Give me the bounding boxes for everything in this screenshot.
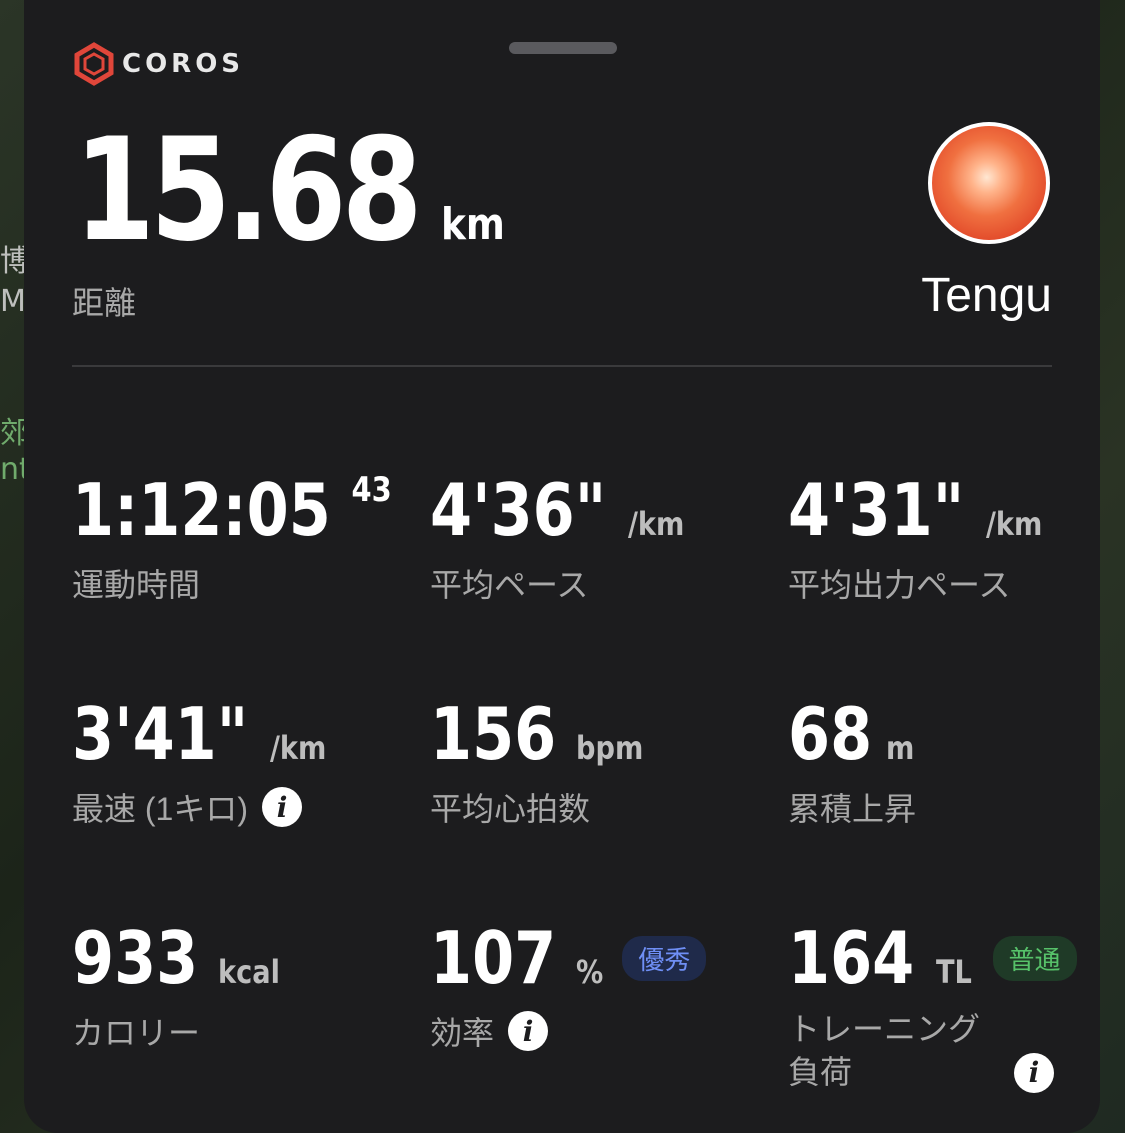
stat-best-km: 3'41" /km 最速 (1キロ) i — [72, 698, 336, 830]
avg-pace-unit: /km — [627, 505, 685, 543]
duration-label: 運動時間 — [72, 567, 201, 603]
elev-gain-unit: m — [886, 729, 915, 767]
avg-power-pace-label: 平均出力ペース — [788, 567, 1011, 603]
stat-training-load: 164 TL 普通 トレーニング 負荷 i — [788, 916, 1077, 1094]
avg-power-pace-unit: /km — [985, 505, 1043, 543]
stat-avg-heart-rate: 156 bpm 平均心拍数 — [430, 698, 655, 830]
training-load-label-line2: 負荷 — [788, 1054, 853, 1091]
best-km-value: 3'41" — [72, 692, 249, 776]
avg-pace-label: 平均ペース — [430, 567, 589, 603]
training-load-unit: TL — [936, 953, 973, 991]
distance-value: 15.68 km — [74, 120, 516, 262]
avg-power-pace-value: 4'31" — [788, 468, 965, 552]
distance-unit: km — [441, 199, 506, 250]
coros-logo-icon — [74, 42, 114, 86]
brand-name: COROS — [122, 49, 245, 79]
duration-value: 1:12:05 — [72, 468, 331, 552]
stat-avg-pace: 4'36" /km 平均ペース — [430, 474, 694, 606]
distance-label: 距離 — [72, 285, 137, 321]
brand-logo: COROS — [72, 42, 244, 86]
username[interactable]: Tengu — [921, 268, 1052, 323]
avg-hr-value: 156 — [430, 692, 557, 776]
stat-avg-power-pace: 4'31" /km 平均出力ペース — [788, 474, 1052, 606]
stat-calories: 933 kcal カロリー — [72, 922, 291, 1054]
best-km-unit: /km — [269, 729, 327, 767]
sheet-grabber-handle[interactable] — [509, 42, 617, 54]
avg-hr-label: 平均心拍数 — [430, 791, 591, 827]
avatar[interactable] — [928, 122, 1050, 244]
best-km-label: 最速 (1キロ) — [72, 791, 249, 827]
calories-unit: kcal — [218, 953, 281, 991]
elev-gain-label: 累積上昇 — [788, 791, 917, 827]
info-icon[interactable]: i — [1014, 1052, 1054, 1093]
elev-gain-value: 68 — [788, 692, 873, 776]
efficiency-rating-badge: 優秀 — [622, 935, 707, 981]
efficiency-label: 効率 — [430, 1015, 495, 1051]
stat-elevation-gain: 68 m 累積上昇 — [788, 698, 920, 830]
training-load-value: 164 — [788, 916, 915, 1000]
training-load-label-line1: トレーニング — [788, 1011, 981, 1047]
avg-pace-value: 4'36" — [430, 468, 607, 552]
efficiency-value: 107 — [430, 916, 557, 1000]
activity-summary-sheet: COROS 15.68 km 距離 Tengu 1:12:05 43 運動時間 … — [24, 0, 1100, 1133]
info-icon[interactable]: i — [262, 787, 303, 827]
duration-hundredths: 43 — [351, 470, 392, 510]
calories-label: カロリー — [72, 1015, 201, 1051]
training-load-rating-badge: 普通 — [992, 935, 1077, 981]
info-icon[interactable]: i — [508, 1011, 549, 1051]
stat-efficiency: 107 % 優秀 効率 i — [430, 916, 707, 1054]
calories-value: 933 — [72, 916, 199, 1000]
efficiency-unit: % — [576, 953, 604, 991]
distance-number: 15.68 — [74, 108, 423, 273]
stat-duration: 1:12:05 43 運動時間 — [72, 468, 395, 606]
avg-hr-unit: bpm — [576, 729, 644, 767]
divider — [72, 365, 1052, 367]
